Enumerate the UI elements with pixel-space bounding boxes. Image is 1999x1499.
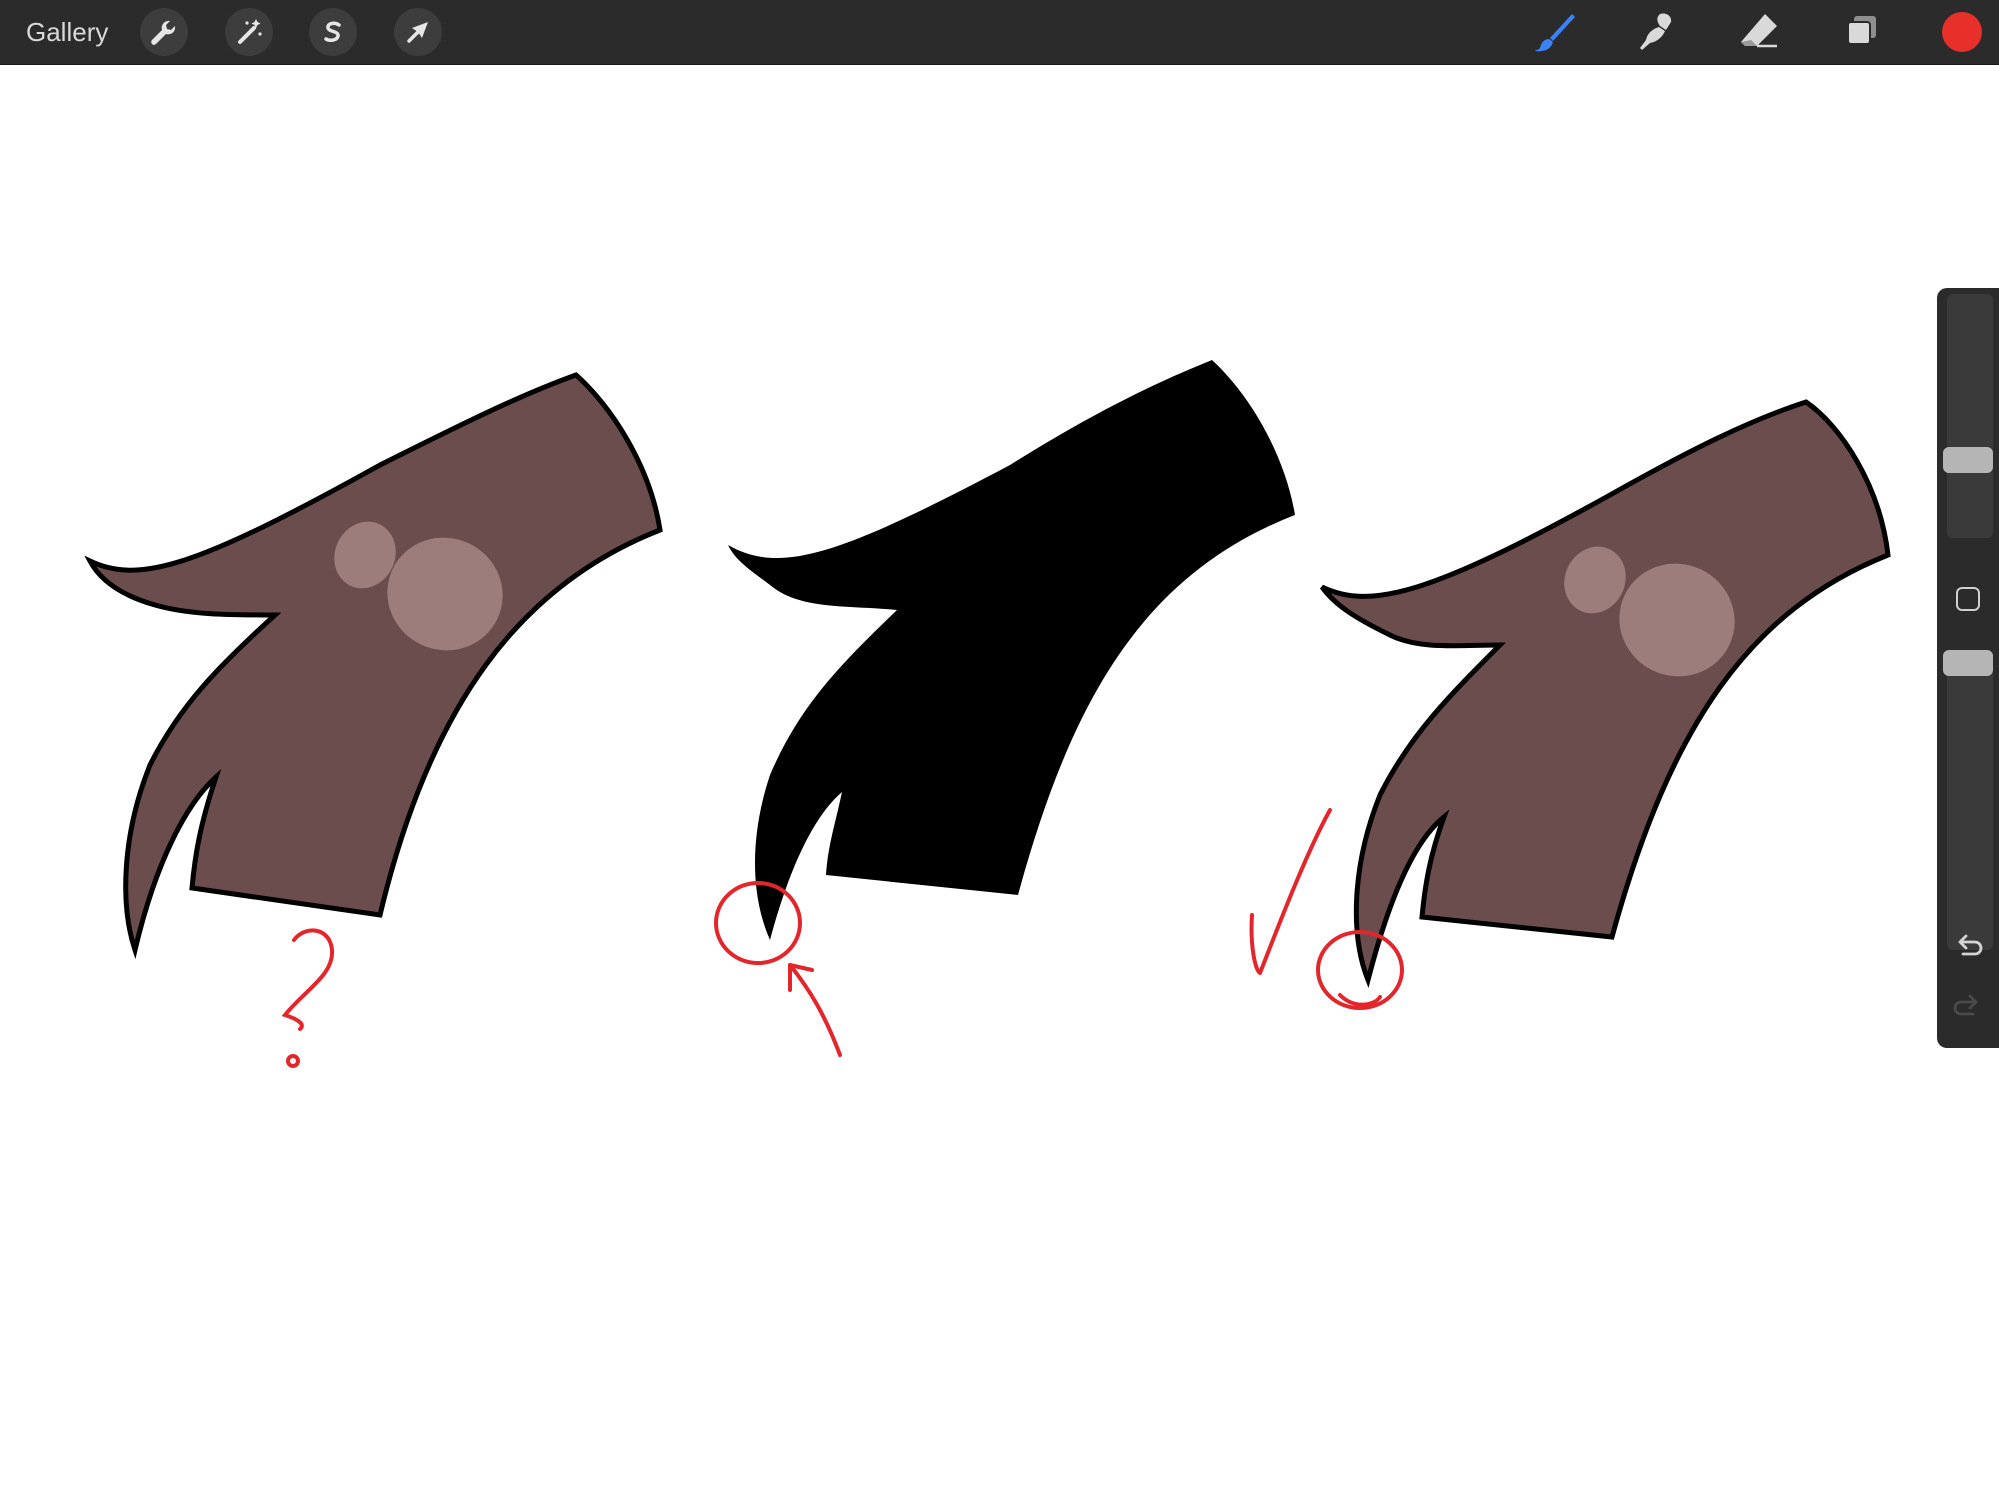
adjustments-button[interactable]	[225, 8, 273, 56]
eraser-tool-button[interactable]	[1733, 6, 1785, 58]
brush-icon	[1535, 14, 1575, 52]
redo-button[interactable]	[1949, 986, 1987, 1024]
actions-button[interactable]	[140, 8, 188, 56]
arrow-annotation	[788, 963, 842, 1057]
smudge-tool-button[interactable]	[1630, 6, 1682, 58]
layers-button[interactable]	[1836, 6, 1888, 58]
brush-tool-button[interactable]	[1528, 6, 1580, 58]
side-toolbar	[1937, 288, 1999, 1048]
top-toolbar: Gallery	[0, 0, 1999, 65]
undo-button[interactable]	[1949, 926, 1987, 964]
opacity-slider[interactable]	[1943, 650, 1993, 950]
drawing-canvas[interactable]	[0, 65, 1999, 1499]
magic-wand-icon	[238, 19, 262, 44]
color-picker-button[interactable]	[1942, 12, 1982, 52]
checkmark-annotation	[1249, 808, 1332, 975]
opacity-thumb[interactable]	[1943, 650, 1993, 676]
brush-size-thumb[interactable]	[1943, 447, 1993, 473]
layers-icon	[1847, 16, 1876, 45]
selection-s-icon	[324, 21, 341, 42]
question-mark-annotation	[281, 928, 335, 1068]
eraser-icon	[1741, 14, 1777, 48]
smudge-icon	[1640, 13, 1672, 50]
artwork	[84, 360, 1891, 1068]
selection-button[interactable]	[309, 8, 357, 56]
left-hair-shape	[84, 372, 663, 960]
right-hair-shape	[1319, 399, 1891, 989]
move-arrow-icon	[407, 22, 428, 43]
brush-size-slider[interactable]	[1943, 294, 1993, 538]
redo-icon	[1953, 994, 1978, 1016]
undo-icon	[1958, 934, 1983, 956]
gallery-button[interactable]: Gallery	[26, 17, 108, 47]
transform-button[interactable]	[394, 8, 442, 56]
square-modifier-icon[interactable]	[1956, 587, 1980, 611]
middle-hair-shape	[728, 360, 1295, 940]
wrench-icon	[151, 20, 176, 45]
